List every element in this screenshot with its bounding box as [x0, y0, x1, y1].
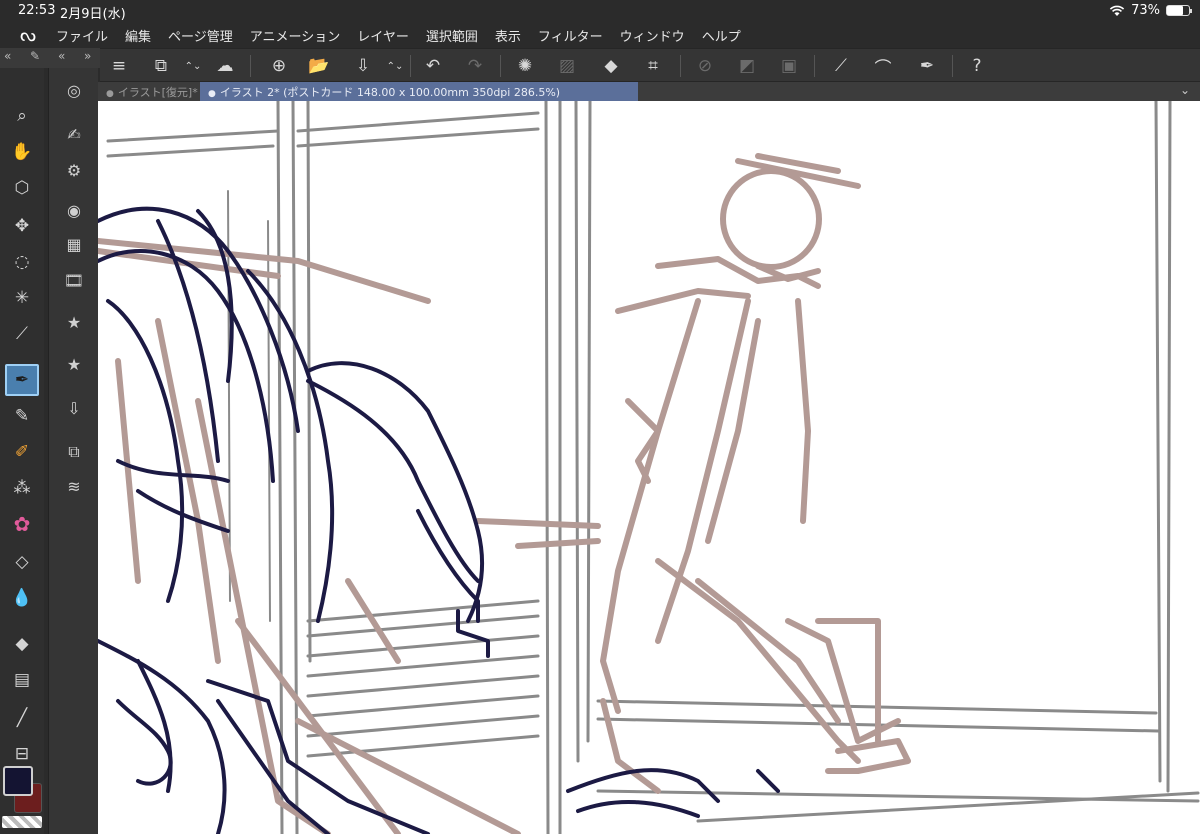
material-2-icon[interactable]: ★: [59, 350, 89, 378]
menu-edit[interactable]: 編集: [125, 26, 151, 45]
tab-illust-recovered[interactable]: ● イラスト[復元]*: [98, 82, 198, 101]
layer-icon[interactable]: ≋: [59, 472, 89, 500]
selection-area-icon[interactable]: ▣: [776, 53, 802, 79]
menu-file[interactable]: ファイル: [56, 26, 108, 45]
decoration-icon[interactable]: ✿: [5, 508, 39, 540]
deselect-icon[interactable]: ⊘: [692, 53, 718, 79]
pen-line-icon[interactable]: ✒: [914, 53, 940, 79]
eyedropper-icon[interactable]: ⟋: [5, 318, 39, 350]
menu-help[interactable]: ヘルプ: [702, 26, 741, 45]
open-folder-icon[interactable]: 📂: [306, 53, 332, 79]
menu-view[interactable]: 表示: [495, 26, 521, 45]
color-set-icon[interactable]: ▦: [59, 230, 89, 258]
tab-label: イラスト 2* (ポストカード 148.00 x 100.00mm 350dpi…: [219, 86, 561, 99]
sketch-artwork: [98, 101, 1200, 834]
lasso-icon[interactable]: ◌: [5, 246, 39, 278]
timeline-icon[interactable]: 🎞: [59, 266, 89, 294]
fill-bucket-icon[interactable]: ◆: [598, 53, 624, 79]
sub-palette-column: ◎ ✍ ⚙ ◉ ▦ 🎞 ★ ★ ⇩ ⧉ ≋: [48, 68, 98, 834]
pencil-icon[interactable]: ✎: [5, 400, 39, 432]
menu-page[interactable]: ページ管理: [168, 26, 233, 45]
help-icon[interactable]: ?: [964, 53, 990, 79]
figure-icon[interactable]: ╱: [5, 702, 39, 734]
hamburger-menu-icon[interactable]: ≡: [106, 53, 132, 79]
new-file-icon[interactable]: ⊕: [266, 53, 292, 79]
menu-layer[interactable]: レイヤー: [357, 26, 409, 45]
gradient-icon[interactable]: ▤: [5, 664, 39, 696]
menu-filter[interactable]: フィルター: [538, 26, 603, 45]
main-color-swatch[interactable]: [3, 766, 33, 796]
battery-percent: 73%: [1131, 3, 1160, 18]
clip-studio-window: 22:53 2月9日(水) 73% ᔓ ファイル 編集 ページ管理 アニメーショ…: [0, 0, 1200, 834]
palette-header: « ✎ « »: [0, 48, 100, 68]
airbrush-icon[interactable]: ⁂: [5, 472, 39, 504]
menu-animation[interactable]: アニメーション: [250, 26, 340, 45]
material-icon[interactable]: ★: [59, 308, 89, 336]
save-icon[interactable]: ⇩: [350, 53, 376, 79]
tab-dot-icon: ●: [208, 89, 216, 99]
collapse-left-icon[interactable]: «: [4, 49, 11, 63]
collapse-right-icon[interactable]: »: [84, 49, 91, 63]
document-tabs: ● イラスト[復元]* ● イラスト 2* (ポストカード 148.00 x 100…: [98, 82, 1200, 101]
navigator-icon[interactable]: ◎: [59, 76, 89, 104]
blend-icon[interactable]: 💧: [5, 582, 39, 614]
cloud-sync-icon[interactable]: ☁: [212, 53, 238, 79]
drawing-canvas[interactable]: [98, 101, 1200, 834]
brush-tab-icon[interactable]: ✎: [30, 49, 40, 63]
tab-menu-chevron-icon[interactable]: ⌄: [1180, 83, 1190, 97]
wifi-icon: [1109, 5, 1125, 16]
menu-selection[interactable]: 選択範囲: [426, 26, 478, 45]
collapse-left-2-icon[interactable]: «: [58, 49, 65, 63]
updown-2-icon[interactable]: ⌃⌄: [387, 53, 404, 79]
app-logo-icon[interactable]: ᔓ: [0, 25, 56, 46]
status-right: 73%: [1109, 3, 1192, 18]
tab-dot-icon: ●: [106, 89, 114, 99]
tab-label: イラスト[復元]*: [117, 86, 198, 99]
tab-illust-2[interactable]: ● イラスト 2* (ポストカード 148.00 x 100.00mm 350dp…: [200, 82, 638, 101]
pen-icon[interactable]: ✒: [5, 364, 39, 396]
invert-selection-icon[interactable]: ◩: [734, 53, 760, 79]
color-swatches: [0, 763, 44, 834]
command-bar: ≡ ⧉ ⌃⌄ ☁ ⊕ 📂 ⇩ ⌃⌄ ↶ ↷ ✺ ▨ ◆ ⌗ ⊘ ◩ ▣ ⟋ ⌒ …: [100, 48, 1200, 82]
fill-icon[interactable]: ◆: [5, 628, 39, 660]
object-icon[interactable]: ⬡: [5, 172, 39, 204]
transform-icon[interactable]: ✺: [512, 53, 538, 79]
color-circle-icon[interactable]: ◉: [59, 196, 89, 224]
brush-icon[interactable]: ✐: [5, 436, 39, 468]
menu-bar: ᔓ ファイル 編集 ページ管理 アニメーション レイヤー 選択範囲 表示 フィル…: [0, 22, 1200, 48]
ruler-icon[interactable]: ⟋: [828, 53, 854, 79]
tool-property-icon[interactable]: ⚙: [59, 156, 89, 184]
auto-select-icon[interactable]: ✳: [5, 282, 39, 314]
zoom-icon[interactable]: ⌕: [5, 100, 39, 132]
transparent-color-swatch[interactable]: [2, 816, 42, 828]
subtool-detail-icon[interactable]: ✍: [59, 120, 89, 148]
move-icon[interactable]: ✥: [5, 210, 39, 242]
undo-icon[interactable]: ↶: [420, 53, 446, 79]
clock: 22:53: [18, 3, 56, 18]
download-material-icon[interactable]: ⇩: [59, 394, 89, 422]
hand-icon[interactable]: ✋: [5, 136, 39, 168]
ios-status-bar: 22:53 2月9日(水) 73%: [0, 0, 1200, 22]
redo-icon[interactable]: ↷: [462, 53, 488, 79]
crop-icon[interactable]: ⌗: [640, 53, 666, 79]
edit-pen-icon[interactable]: ⧉: [148, 53, 174, 79]
battery-icon: [1166, 5, 1192, 16]
updown-1-icon[interactable]: ⌃⌄: [185, 53, 202, 79]
brush-line-icon[interactable]: ⌒: [870, 53, 896, 79]
date: 2月9日(水): [60, 7, 126, 22]
layer-property-icon[interactable]: ⧉: [59, 438, 89, 466]
eraser-icon[interactable]: ◇: [5, 546, 39, 578]
tool-palette: ⌕ ✋ ⬡ ✥ ◌ ✳ ⟋ ✒ ✎ ✐ ⁂ ✿ ◇ 💧 ◆ ▤ ╱ ⊟: [0, 68, 44, 834]
clear-icon[interactable]: ▨: [554, 53, 580, 79]
menu-window[interactable]: ウィンドウ: [620, 26, 685, 45]
